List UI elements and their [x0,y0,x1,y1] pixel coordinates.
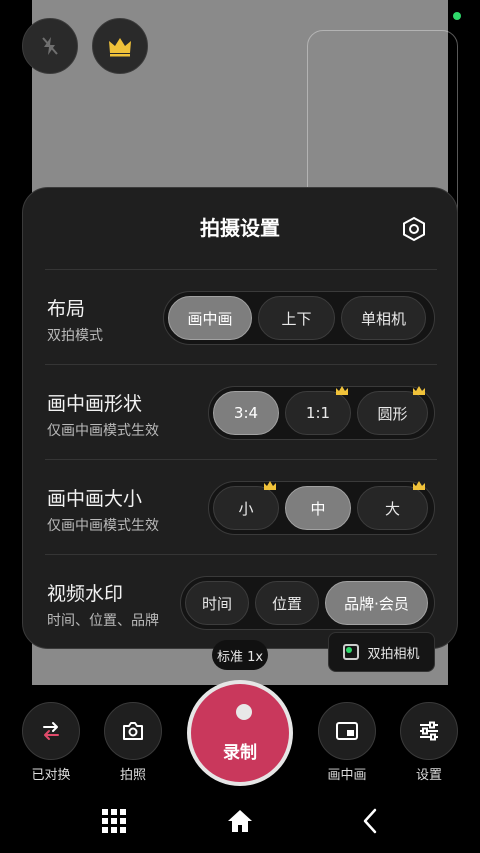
swap-icon [43,722,59,740]
dual-camera-button[interactable]: 双拍相机 [328,632,435,672]
row-subtitle: 时间、位置、品牌 [47,613,159,629]
option-top-bottom-layout[interactable]: 上下 [258,296,335,340]
layout-setting-row: 布局 双拍模式 画中画 上下 单相机 [45,269,437,364]
grid-menu-icon [102,809,126,833]
swap-camera-label: 已对换 [31,768,71,783]
dual-camera-label: 双拍相机 [367,646,420,662]
photo-mode-label: 拍照 [119,768,146,783]
shooting-settings-panel: 拍摄设置 布局 双拍模式 画中画 上下 单相机 画中画形状 仅画中画模式生效 3… [22,187,458,649]
settings-button[interactable] [400,702,458,760]
option-size-small[interactable]: 小 [213,481,279,530]
sliders-icon [420,721,438,741]
option-watermark-brand-vip[interactable]: 品牌·会员 [325,581,428,625]
advanced-settings-button[interactable] [399,214,429,244]
zoom-level-button[interactable]: 标准 1x [212,640,268,670]
home-icon [228,810,252,832]
back-button[interactable] [354,805,386,837]
pip-mode-button[interactable] [318,702,376,760]
row-title: 视频水印 [47,583,124,605]
back-icon [363,808,377,834]
row-subtitle: 仅画中画模式生效 [47,518,159,534]
pip-shape-setting-row: 画中画形状 仅画中画模式生效 3:4 1:1 圆形 [45,364,437,459]
system-navigation-bar [0,790,480,853]
option-pip-layout[interactable]: 画中画 [168,296,252,340]
option-watermark-time[interactable]: 时间 [185,581,249,625]
pip-size-segmented-control: 小 中 大 [208,481,435,535]
option-size-large[interactable]: 大 [357,481,428,530]
option-shape-1-1[interactable]: 1:1 [285,386,351,435]
photo-mode-button[interactable] [104,702,162,760]
crown-icon [413,386,425,395]
option-shape-circle[interactable]: 圆形 [357,386,428,435]
swap-camera-button[interactable] [22,702,80,760]
crown-icon [109,38,131,57]
option-watermark-location[interactable]: 位置 [255,581,319,625]
settings-label: 设置 [415,768,442,783]
pip-shape-segmented-control: 3:4 1:1 圆形 [208,386,435,440]
row-title: 布局 [47,298,86,320]
app-menu-button[interactable] [98,805,130,837]
option-label: 1:1 [305,404,331,422]
pip-icon [336,722,358,740]
crown-icon [336,386,348,395]
option-label: 大 [384,499,400,518]
home-button[interactable] [224,805,256,837]
record-button-core: 录制 [191,684,289,782]
row-title: 画中画大小 [47,488,143,510]
row-title: 画中画形状 [47,393,143,415]
option-shape-3-4[interactable]: 3:4 [213,391,279,435]
pip-size-setting-row: 画中画大小 仅画中画模式生效 小 中 大 [45,459,437,554]
flash-toggle-button[interactable] [22,18,78,74]
record-label: 录制 [223,743,257,763]
crown-icon [413,481,425,490]
pip-mode-label: 画中画 [327,768,367,783]
camera-icon [123,722,143,740]
flash-off-icon [42,37,58,55]
crown-icon [264,481,276,490]
vip-button[interactable] [92,18,148,74]
recording-indicator-dot [453,12,461,20]
layout-segmented-control: 画中画 上下 单相机 [163,291,435,345]
row-subtitle: 仅画中画模式生效 [47,423,159,439]
panel-title: 拍摄设置 [200,216,280,240]
record-dot-icon [236,704,252,720]
option-single-camera-layout[interactable]: 单相机 [341,296,426,340]
dual-camera-icon [343,644,360,660]
row-subtitle: 双拍模式 [47,328,103,344]
option-size-medium[interactable]: 中 [285,486,351,530]
option-label: 小 [238,499,254,518]
settings-hex-icon [403,216,425,242]
option-label: 圆形 [377,404,408,423]
watermark-segmented-control: 时间 位置 品牌·会员 [180,576,435,630]
record-button[interactable]: 录制 [187,680,293,786]
